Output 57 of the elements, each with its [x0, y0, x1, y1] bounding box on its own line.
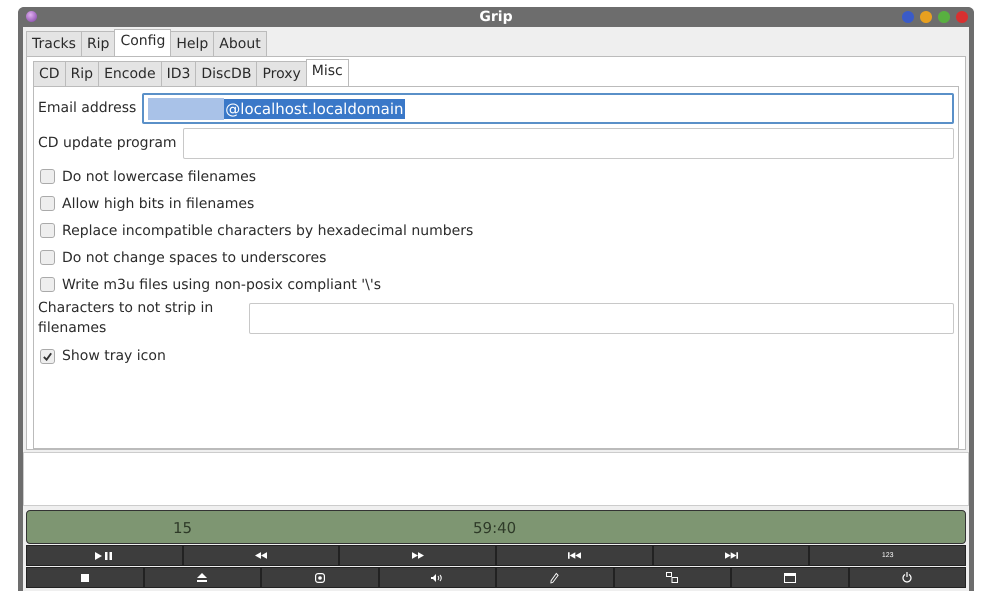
time-readout: 59:40	[473, 519, 516, 537]
tab[interactable]: Misc	[306, 59, 349, 86]
checkbox[interactable]	[40, 348, 55, 364]
input-field[interactable]: @localhost.localdomain	[142, 93, 954, 124]
window-control-icon[interactable]	[920, 11, 932, 23]
disc-button[interactable]	[261, 567, 378, 588]
skip-back-button[interactable]	[496, 545, 653, 566]
tab[interactable]: Rip	[80, 31, 116, 56]
tab[interactable]: About	[213, 31, 267, 56]
disc-icon	[314, 572, 325, 582]
checkbox[interactable]	[40, 196, 55, 211]
eject-icon	[197, 573, 208, 582]
checkbox[interactable]	[40, 277, 55, 292]
tab[interactable]: Rip	[64, 61, 100, 86]
tab[interactable]: Help	[170, 31, 214, 56]
pencil-icon	[550, 572, 560, 584]
skip-back-icon	[568, 552, 581, 559]
field-label: CD update program	[38, 134, 177, 154]
checkbox-label: Do not change spaces to underscores	[62, 250, 326, 266]
stop-icon	[80, 574, 89, 582]
window-control-icon[interactable]	[956, 11, 968, 23]
play-pause-icon	[94, 550, 114, 560]
window-control-icon[interactable]	[902, 11, 914, 23]
windows-icon	[666, 572, 678, 583]
input-field[interactable]	[249, 302, 954, 334]
tab[interactable]: DiscDB	[195, 61, 258, 86]
tab[interactable]: Config	[114, 29, 172, 56]
skip-forward-icon	[724, 552, 738, 559]
play-pause-button[interactable]	[26, 545, 183, 566]
volume-icon	[431, 574, 444, 582]
window-button[interactable]	[731, 567, 848, 588]
tab[interactable]: CD	[33, 61, 66, 86]
field-label: Characters to not strip in filenames	[38, 299, 214, 338]
checkbox-label: Show tray icon	[62, 348, 166, 364]
checkbox[interactable]	[40, 250, 55, 265]
checkbox[interactable]	[40, 223, 55, 238]
tab[interactable]: Proxy	[256, 61, 307, 86]
checkbox-label: Write m3u files using non-posix compliant '\'s	[62, 276, 382, 292]
tab[interactable]: Encode	[98, 61, 162, 86]
input-field[interactable]	[182, 128, 954, 159]
tab[interactable]: Tracks	[26, 31, 82, 56]
stop-button[interactable]	[26, 567, 144, 588]
power-icon	[902, 572, 912, 583]
track-number: 15	[173, 519, 192, 537]
checkbox-label: Allow high bits in filenames	[62, 196, 254, 212]
checkbox-label: Do not lowercase filenames	[62, 168, 256, 184]
checkbox[interactable]	[40, 169, 55, 184]
tab[interactable]: ID3	[160, 61, 196, 86]
window-icon	[784, 572, 796, 582]
rewind-icon	[255, 552, 267, 559]
window-title: Grip	[479, 9, 513, 25]
pencil-button[interactable]	[496, 567, 614, 588]
field-label: Email address	[38, 99, 136, 118]
window-control-icon[interactable]	[938, 11, 950, 23]
app-icon[interactable]	[26, 11, 37, 22]
fast-forward-icon	[412, 552, 424, 559]
checkbox-label: Replace incompatible characters by hexadecimal numbers	[62, 222, 474, 238]
